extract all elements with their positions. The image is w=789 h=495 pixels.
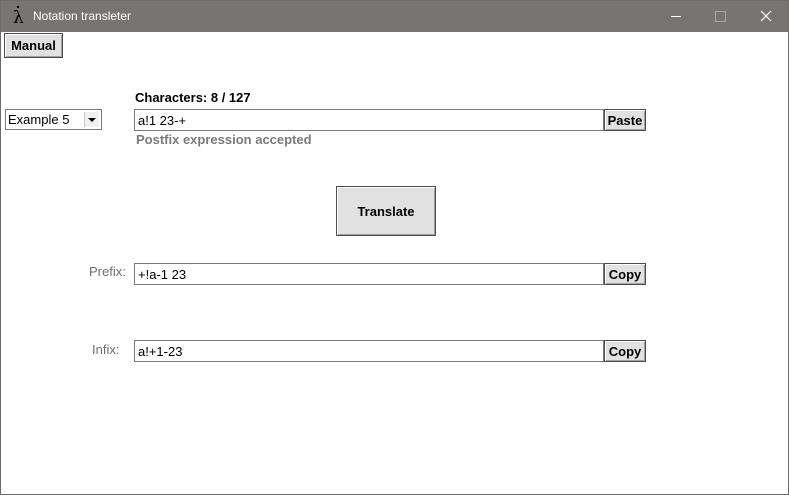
infix-output[interactable]: a!+1-23 [134, 340, 604, 362]
title-bar[interactable]: λ Notation transleter [1, 1, 788, 32]
minimize-icon[interactable] [653, 1, 699, 32]
prefix-output[interactable]: +!a-1 23 [134, 263, 604, 285]
svg-text:λ: λ [13, 8, 24, 28]
prefix-label: Prefix: [89, 264, 126, 279]
translate-button[interactable]: Translate [336, 186, 436, 236]
lambda-icon: λ [13, 6, 24, 28]
character-count: Characters: 8 / 127 [135, 90, 251, 105]
close-icon[interactable] [743, 1, 788, 32]
postfix-input[interactable]: a!1 23-+ [134, 109, 604, 131]
example-select-value: Example 5 [8, 112, 70, 127]
infix-label: Infix: [92, 342, 120, 357]
chevron-down-icon[interactable] [84, 112, 99, 127]
window-title: Notation transleter [33, 9, 132, 23]
copy-prefix-button[interactable]: Copy [604, 263, 646, 285]
paste-button[interactable]: Paste [604, 109, 646, 131]
example-select[interactable]: Example 5 [5, 109, 102, 130]
status-message: Postfix expression accepted [136, 132, 312, 147]
maximize-icon[interactable] [698, 1, 744, 32]
copy-infix-button[interactable]: Copy [604, 340, 646, 362]
app-window: λ Notation transleter Manual Characters:… [0, 0, 789, 495]
manual-button[interactable]: Manual [4, 33, 63, 58]
